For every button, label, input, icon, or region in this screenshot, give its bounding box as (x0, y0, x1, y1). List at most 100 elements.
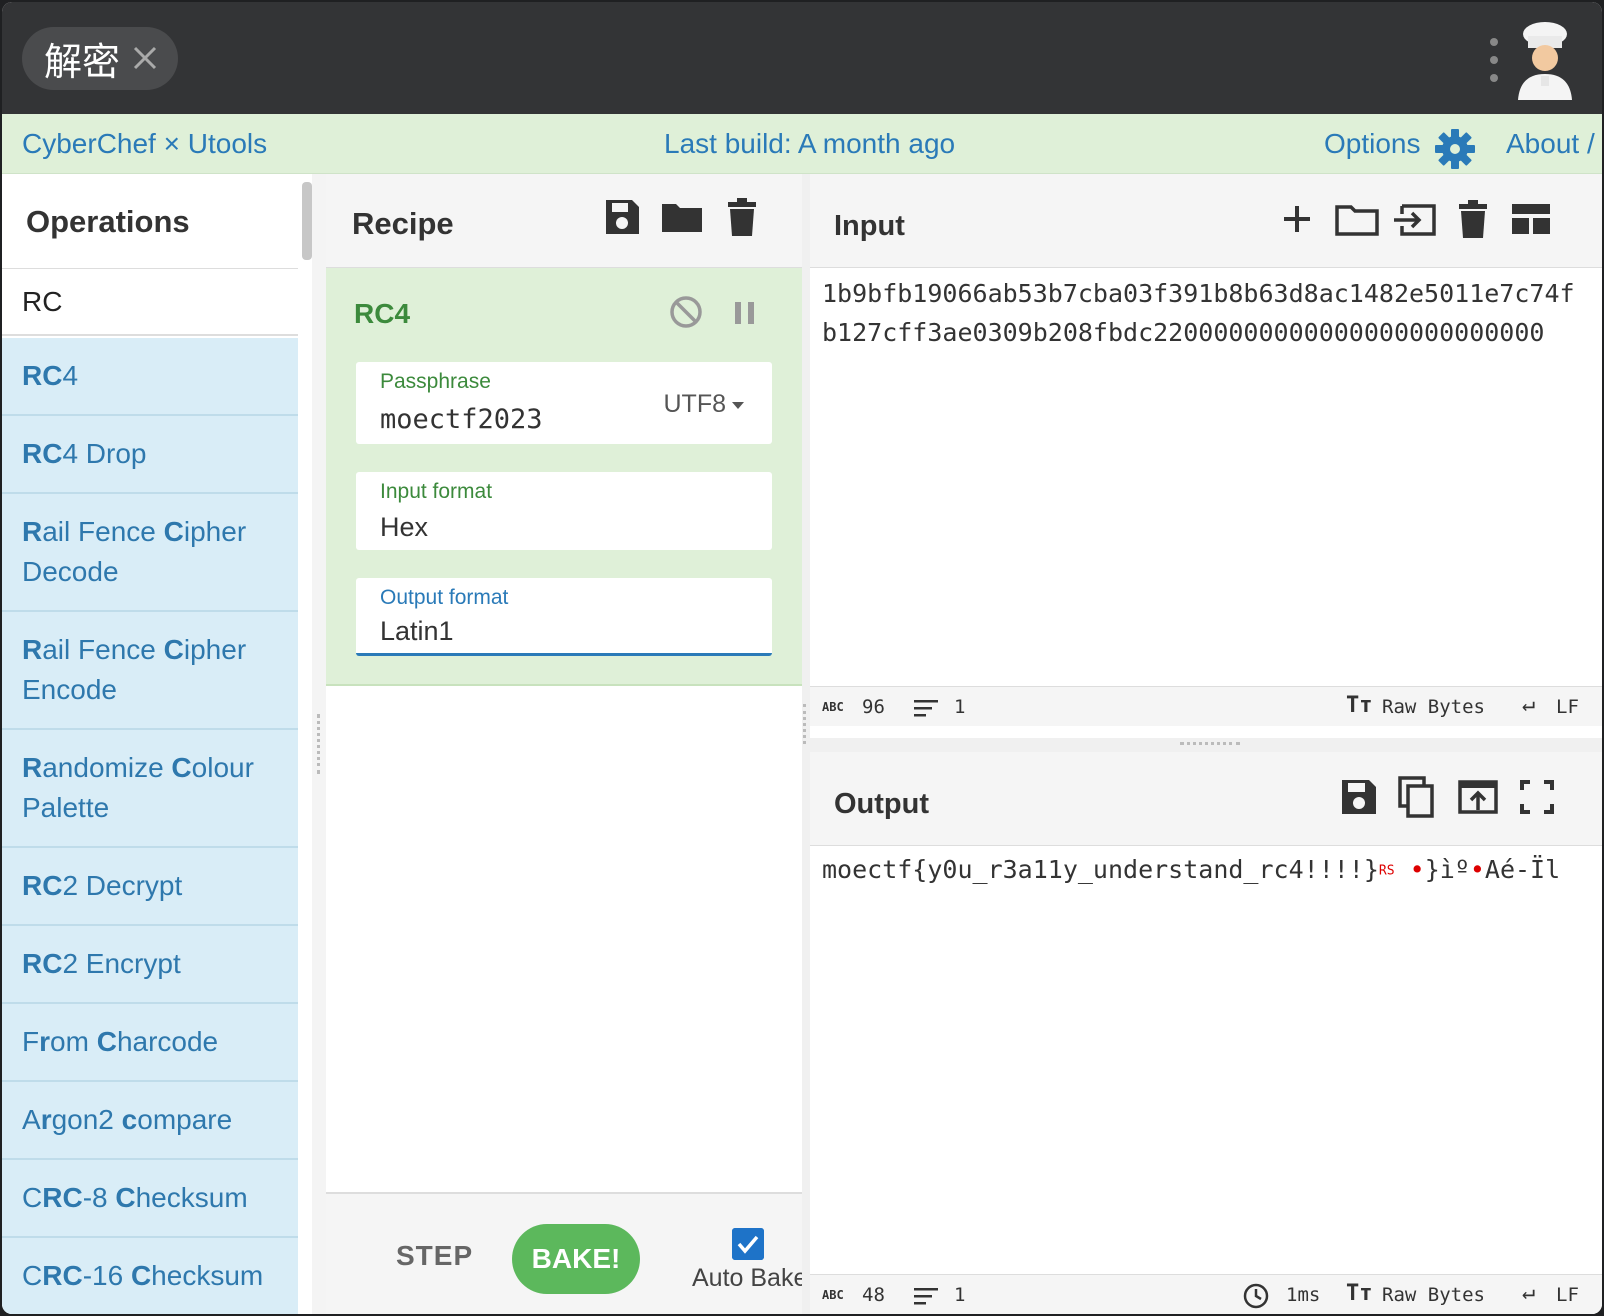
options-link[interactable]: Options (1324, 128, 1421, 160)
operation-list-item[interactable]: RC4 (2, 338, 298, 416)
input-text-line-1[interactable]: 1b9bfb19066ab53b7cba03f391b8b63d8ac1482e… (822, 274, 1575, 313)
text-encoding-icon-2: Tт (1346, 1281, 1373, 1306)
output-header: Output (810, 752, 1602, 846)
output-format-select[interactable]: Latin1 (380, 616, 454, 647)
bake-button[interactable]: BAKE! (512, 1224, 640, 1294)
control-char-rs: RS (1378, 863, 1395, 879)
input-eol[interactable]: LF (1556, 696, 1579, 718)
about-link[interactable]: About / (1506, 128, 1595, 160)
close-icon[interactable] (130, 43, 160, 73)
input-format-select[interactable]: Hex (380, 512, 428, 543)
output-status-bar: ABC 48 1 1ms Tт Raw Bytes ↵ LF (810, 1274, 1602, 1314)
add-tab-plus-icon[interactable] (1276, 198, 1318, 240)
replace-input-with-output-icon[interactable] (1456, 776, 1500, 818)
recipe-header: Recipe (326, 174, 802, 268)
passphrase-input[interactable]: moectf2023 (380, 404, 543, 435)
operation-list-item[interactable]: Randomize Colour Palette (2, 730, 298, 848)
reset-layout-icon[interactable] (1508, 198, 1554, 240)
disable-operation-icon[interactable] (668, 294, 704, 330)
output-text-tail-1: }ìº (1424, 855, 1470, 884)
input-text-line-2[interactable]: b127cff3ae0309b208fbdc220000000000000000… (822, 313, 1544, 352)
operations-title: Operations (26, 204, 190, 239)
chef-avatar-icon[interactable] (1510, 20, 1580, 100)
rc4-operation-title: RC4 (354, 298, 411, 329)
passphrase-encoding-dropdown[interactable]: UTF8 (663, 390, 744, 419)
input-encoding[interactable]: Raw Bytes (1382, 696, 1485, 718)
output-text-tail-2: Aé-Ïl (1484, 855, 1561, 884)
operation-list-item[interactable]: CRC-8 Checksum (2, 1160, 298, 1238)
passphrase-encoding-value: UTF8 (663, 390, 727, 418)
output-encoding[interactable]: Raw Bytes (1382, 1284, 1485, 1306)
plugin-tab-label: 解密 (44, 40, 121, 84)
output-format-label: Output format (380, 586, 509, 609)
last-build-text[interactable]: Last build: A month ago (664, 128, 955, 160)
auto-bake-checkbox[interactable] (732, 1228, 764, 1260)
bake-time: 1ms (1286, 1284, 1321, 1306)
output-eol[interactable]: LF (1556, 1284, 1579, 1306)
operation-list-item[interactable]: From Charcode (2, 1004, 298, 1082)
input-format-label: Input format (380, 480, 493, 503)
operation-list-item[interactable]: Rail Fence Cipher Encode (2, 612, 298, 730)
pause-icon[interactable] (732, 298, 758, 328)
save-output-icon[interactable] (1338, 776, 1380, 818)
text-encoding-icon: Tт (1346, 693, 1373, 718)
app-window: 解密 CyberChef × Utools Last build: A mont… (2, 2, 1602, 1314)
input-length: 96 (862, 696, 885, 718)
output-lines: 1 (954, 1284, 966, 1306)
operations-search-input[interactable]: RC (2, 268, 298, 336)
recipe-controls: STEP BAKE! Auto Bake (326, 1192, 807, 1314)
length-icon: ABC (822, 700, 844, 714)
output-length: 48 (862, 1284, 885, 1306)
passphrase-label: Passphrase (380, 370, 491, 393)
output-text-main: moectf{y0u_r3a11y_understand_rc4!!!!} (822, 855, 1379, 884)
operations-panel: Operations RC RC4 RC4 Drop Rail Fence Ciph… (2, 174, 298, 1314)
open-file-icon[interactable] (1392, 198, 1438, 240)
clear-input-trash-icon[interactable] (1452, 198, 1494, 240)
open-folder-icon[interactable] (1334, 198, 1380, 240)
gear-icon[interactable] (1434, 128, 1476, 170)
output-title: Output (834, 788, 930, 820)
copy-output-icon[interactable] (1396, 776, 1438, 818)
info-banner: CyberChef × Utools Last build: A month a… (2, 114, 1602, 174)
more-options-icon[interactable] (1488, 38, 1500, 82)
column-divider[interactable] (312, 174, 326, 1314)
operation-list-item[interactable]: RC2 Encrypt (2, 926, 298, 1004)
load-recipe-folder-icon[interactable] (660, 196, 704, 238)
save-recipe-icon[interactable] (602, 196, 642, 238)
input-lines: 1 (954, 696, 966, 718)
operation-list-item[interactable]: Rail Fence Cipher Decode (2, 494, 298, 612)
lines-icon-2 (914, 1288, 938, 1305)
input-title: Input (834, 210, 905, 242)
eol-icon-2: ↵ (1522, 1280, 1536, 1305)
operation-list-item[interactable]: RC2 Decrypt (2, 848, 298, 926)
lines-icon (914, 700, 938, 717)
brand-link[interactable]: CyberChef × Utools (22, 128, 267, 160)
operations-scrollbar[interactable] (302, 182, 312, 260)
output-text[interactable]: moectf{y0u_r3a11y_understand_rc4!!!!}RS … (822, 850, 1560, 891)
input-format-field[interactable]: Input format Hex (356, 472, 772, 550)
control-char-dot-icon: • (1409, 855, 1425, 884)
operation-list-item[interactable]: RC4 Drop (2, 416, 298, 494)
eol-icon: ↵ (1522, 692, 1536, 717)
input-header: Input (810, 174, 1602, 268)
step-button[interactable]: STEP (396, 1240, 473, 1272)
operation-list-item[interactable]: Argon2 compare (2, 1082, 298, 1160)
auto-bake-label: Auto Bake (692, 1264, 808, 1292)
maximize-output-icon[interactable] (1516, 776, 1558, 818)
chevron-down-icon (732, 401, 744, 409)
title-bar: 解密 (2, 2, 1602, 114)
io-panel: Input 1b9bfb19066ab53b7cba03f391b8b63d8a… (810, 174, 1602, 1314)
operation-list-item[interactable]: CRC-16 Checksum (2, 1238, 298, 1314)
control-char-dot-icon-2: • (1469, 855, 1485, 884)
rc4-operation-card: RC4 Passphrase moectf2023 UTF8 Input for… (326, 268, 802, 686)
plugin-tab[interactable]: 解密 (22, 27, 178, 90)
io-divider[interactable] (810, 738, 1602, 752)
column-divider-2[interactable] (802, 174, 810, 1314)
recipe-panel: Recipe RC4 Passphrase moectf2023 UTF8 In… (326, 174, 807, 1314)
passphrase-field[interactable]: Passphrase moectf2023 UTF8 (356, 362, 772, 444)
operations-list: RC4 RC4 Drop Rail Fence Cipher Decode Rail … (2, 338, 298, 1314)
input-status-bar: ABC 96 1 Tт Raw Bytes ↵ LF (810, 686, 1602, 726)
recipe-title: Recipe (352, 206, 454, 241)
clear-recipe-trash-icon[interactable] (722, 196, 762, 238)
output-format-field[interactable]: Output format Latin1 (356, 578, 772, 656)
